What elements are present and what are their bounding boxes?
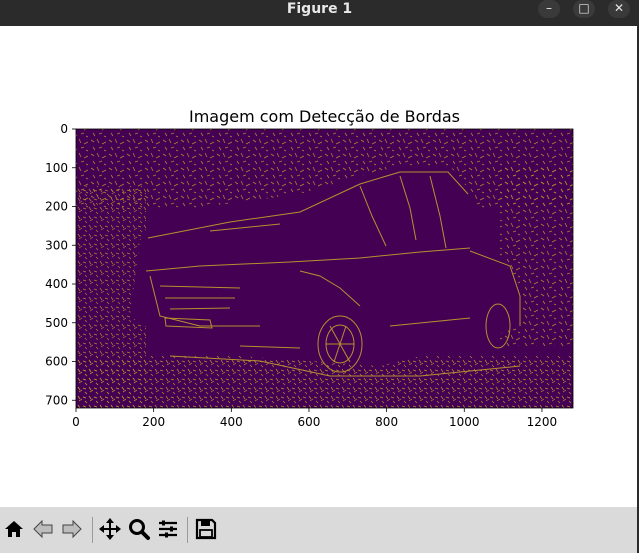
x-axis: 0 200 400 600 800 1000 1200: [72, 408, 557, 429]
y-axis: 0 100 200 300 400 500 600 700: [45, 122, 76, 407]
toolbar-separator: [92, 517, 93, 543]
edge-detection-chart: Imagem com Detecção de Bordas 0 200 400 …: [45, 107, 574, 429]
zoom-button[interactable]: [125, 515, 153, 543]
back-button[interactable]: [29, 515, 57, 543]
maximize-button[interactable]: □: [573, 0, 595, 18]
forward-button[interactable]: [58, 515, 86, 543]
save-button[interactable]: [192, 515, 220, 543]
x-tick-label: 400: [220, 415, 243, 429]
toolbar-separator: [187, 517, 188, 543]
pan-button[interactable]: [96, 515, 124, 543]
forward-icon: [62, 519, 82, 539]
back-icon: [33, 519, 53, 539]
y-tick-label: 500: [45, 316, 68, 330]
y-tick-label: 600: [45, 355, 68, 369]
maximize-icon: □: [578, 1, 590, 15]
x-tick-label: 800: [375, 415, 398, 429]
y-tick-label: 0: [60, 122, 68, 136]
x-tick-label: 0: [72, 415, 80, 429]
home-button[interactable]: [0, 515, 28, 543]
y-tick-label: 300: [45, 238, 68, 252]
navigation-toolbar: [0, 507, 637, 553]
y-tick-label: 200: [45, 200, 68, 214]
figure-canvas[interactable]: Imagem com Detecção de Bordas 0 200 400 …: [0, 26, 637, 507]
pan-icon: [99, 518, 121, 540]
x-tick-label: 600: [298, 415, 321, 429]
configure-subplots-icon: [159, 520, 177, 538]
x-tick-label: 1000: [449, 415, 480, 429]
zoom-icon: [129, 519, 150, 540]
close-button[interactable]: ✕: [608, 0, 630, 18]
configure-subplots-button[interactable]: [154, 515, 182, 543]
chart-title: Imagem com Detecção de Bordas: [189, 107, 460, 126]
window-titlebar[interactable]: Figure 1 – □ ✕: [0, 0, 639, 26]
y-tick-label: 100: [45, 161, 68, 175]
minimize-button[interactable]: –: [538, 0, 560, 18]
y-tick-label: 700: [45, 393, 68, 407]
edge-image: [76, 129, 573, 408]
x-tick-label: 200: [142, 415, 165, 429]
y-tick-label: 400: [45, 277, 68, 291]
minimize-icon: –: [546, 1, 552, 15]
home-icon: [5, 521, 23, 537]
close-icon: ✕: [613, 1, 625, 15]
save-icon: [195, 518, 217, 540]
x-tick-label: 1200: [527, 415, 558, 429]
